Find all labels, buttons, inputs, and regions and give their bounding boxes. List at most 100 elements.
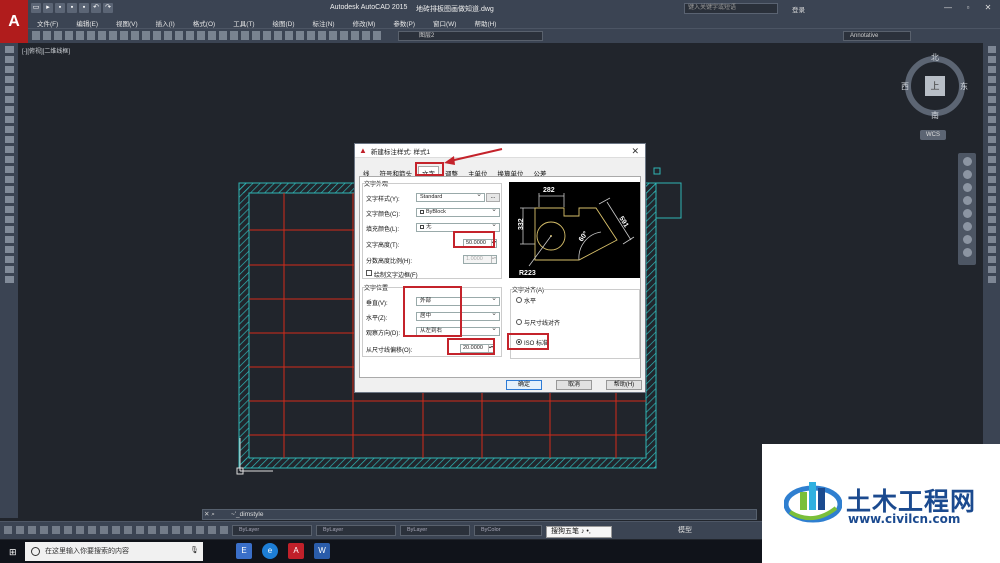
status-tool-icon[interactable] [184,526,192,534]
draw-tool-icon[interactable] [4,106,14,113]
taskbar-search-input[interactable]: 在这里输入你要搜索的内容 [25,542,203,561]
modify-tool-icon[interactable] [987,146,996,153]
modify-tool-icon[interactable] [987,136,996,143]
toolbar-tool-icon[interactable] [120,31,128,40]
dialog-close-button[interactable]: ✕ [631,146,639,157]
toolbar-tool-icon[interactable] [43,31,51,40]
microphone-icon[interactable]: 🎙 [190,546,199,554]
status-tool-icon[interactable] [208,526,216,534]
modify-tool-icon[interactable] [987,206,996,213]
draw-tool-icon[interactable] [4,66,14,73]
toolbar-tool-icon[interactable] [65,31,73,40]
layer-dropdown[interactable]: 图层2 [398,31,543,41]
plotstyle-property[interactable]: ByColor [474,525,542,536]
draw-tool-icon[interactable] [4,116,14,123]
viewcube[interactable]: 上 [905,56,965,116]
view-direction-select[interactable]: 从左到右 [416,325,500,336]
viewcube-top-face[interactable]: 上 [925,76,945,96]
status-tool-icon[interactable] [88,526,96,534]
command-close-icon[interactable]: ✕ ⌕ [204,510,215,519]
align-dimline-radio[interactable] [516,319,522,325]
model-tab[interactable]: 模型 [678,525,692,535]
draw-tool-icon[interactable] [4,276,14,283]
draw-tool-icon[interactable] [4,146,14,153]
toolbar-tool-icon[interactable] [230,31,238,40]
menu-item-5[interactable]: 工具(T) [224,18,263,28]
status-tool-icon[interactable] [172,526,180,534]
modify-tool-icon[interactable] [987,266,996,273]
draw-tool-icon[interactable] [4,236,14,243]
linetype-property[interactable]: ByLayer [316,525,396,536]
toolbar-tool-icon[interactable] [340,31,348,40]
toolbar-tool-icon[interactable] [219,31,227,40]
toolbar-tool-icon[interactable] [285,31,293,40]
toolbar-tool-icon[interactable] [54,31,62,40]
new-icon[interactable]: ▭ [31,3,41,13]
modify-tool-icon[interactable] [987,186,996,193]
nav-tool-icon[interactable] [962,248,972,257]
menu-item-7[interactable]: 标注(N) [304,18,344,28]
help-search-input[interactable]: 键入关键字或短语 [684,3,778,14]
command-line[interactable]: ~'_dimstyle [202,509,757,520]
toolbar-tool-icon[interactable] [175,31,183,40]
status-tool-icon[interactable] [136,526,144,534]
open-icon[interactable]: ▸ [43,3,53,13]
cancel-button[interactable]: 取消 [556,380,592,390]
fill-color-select[interactable]: 无 [416,221,500,232]
modify-tool-icon[interactable] [987,56,996,63]
viewport-controls[interactable]: [-][俯视][二维线框] [22,46,70,55]
save-icon[interactable]: ▪ [55,3,65,13]
status-tool-icon[interactable] [4,526,12,534]
text-height-spinner[interactable]: ▴▾ [491,240,496,247]
toolbar-tool-icon[interactable] [109,31,117,40]
offset-input[interactable]: 20.0000 ▴▾ [460,344,494,353]
autocad-logo-icon[interactable]: A [0,0,28,43]
modify-tool-icon[interactable] [987,46,996,53]
nav-tool-icon[interactable] [962,157,972,166]
menu-item-11[interactable]: 帮助(H) [465,18,505,28]
draw-tool-icon[interactable] [4,216,14,223]
lineweight-property[interactable]: ByLayer [400,525,470,536]
modify-tool-icon[interactable] [987,246,996,253]
annotation-scale-dropdown[interactable]: Annotative [843,31,911,41]
modify-tool-icon[interactable] [987,236,996,243]
compass-west[interactable]: 西 [901,81,909,92]
modify-tool-icon[interactable] [987,216,996,223]
draw-tool-icon[interactable] [4,46,14,53]
vertical-select[interactable]: 外部 [416,295,500,306]
status-tool-icon[interactable] [160,526,168,534]
toolbar-tool-icon[interactable] [252,31,260,40]
text-style-browse-button[interactable]: ... [486,193,500,202]
color-property[interactable]: ByLayer [232,525,312,536]
draw-tool-icon[interactable] [4,256,14,263]
status-tool-icon[interactable] [220,526,228,534]
wcs-menu[interactable]: WCS [920,130,946,140]
toolbar-tool-icon[interactable] [87,31,95,40]
nav-tool-icon[interactable] [962,235,972,244]
redo-icon[interactable]: ↷ [103,3,113,13]
modify-tool-icon[interactable] [987,176,996,183]
toolbar-tool-icon[interactable] [241,31,249,40]
nav-tool-icon[interactable] [962,222,972,231]
login-button[interactable]: 登录 [792,4,805,14]
toolbar-tool-icon[interactable] [208,31,216,40]
text-style-select[interactable]: Standard [416,191,485,202]
draw-frame-checkbox[interactable] [366,270,372,276]
taskbar-app-autocad-icon[interactable]: A [288,543,304,559]
toolbar-tool-icon[interactable] [142,31,150,40]
horizontal-select[interactable]: 居中 [416,310,500,321]
status-tool-icon[interactable] [112,526,120,534]
compass-east[interactable]: 东 [960,81,968,92]
modify-tool-icon[interactable] [987,276,996,283]
align-horizontal-radio[interactable] [516,297,522,303]
close-window-button[interactable]: ✕ [980,2,996,14]
status-tool-icon[interactable] [16,526,24,534]
toolbar-tool-icon[interactable] [153,31,161,40]
draw-tool-icon[interactable] [4,206,14,213]
menu-item-10[interactable]: 窗口(W) [424,18,465,28]
modify-tool-icon[interactable] [987,156,996,163]
draw-tool-icon[interactable] [4,86,14,93]
undo-icon[interactable]: ↶ [91,3,101,13]
help-button[interactable]: 帮助(H) [606,380,642,390]
menu-item-6[interactable]: 绘图(D) [264,18,304,28]
